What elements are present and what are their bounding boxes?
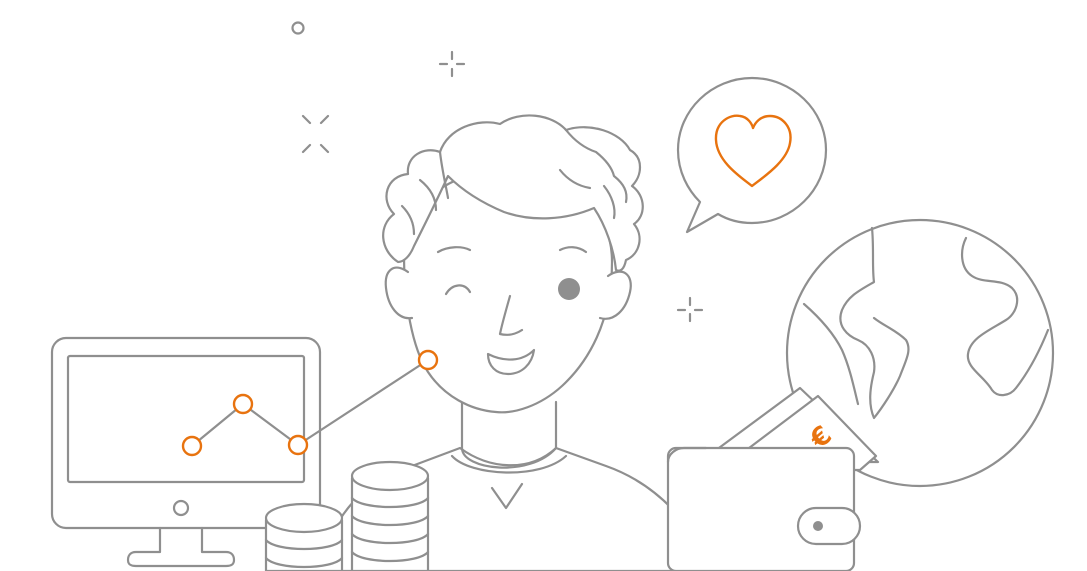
chart-point xyxy=(232,393,254,415)
sparkle-icon xyxy=(438,50,466,78)
eye-dot xyxy=(558,278,580,300)
chart-point xyxy=(287,434,309,456)
coin-stack-icon xyxy=(350,460,430,571)
sparkle-icon xyxy=(676,296,704,323)
sparkle-icon xyxy=(301,114,330,154)
speech-bubble-icon xyxy=(676,76,828,234)
chart-point xyxy=(181,435,203,457)
sparkle-icon xyxy=(291,21,305,35)
illustration-scene: € xyxy=(0,0,1087,571)
finance-person-illustration: € xyxy=(50,21,1055,571)
coin-stack-icon xyxy=(264,502,344,571)
chart-point xyxy=(417,349,439,371)
